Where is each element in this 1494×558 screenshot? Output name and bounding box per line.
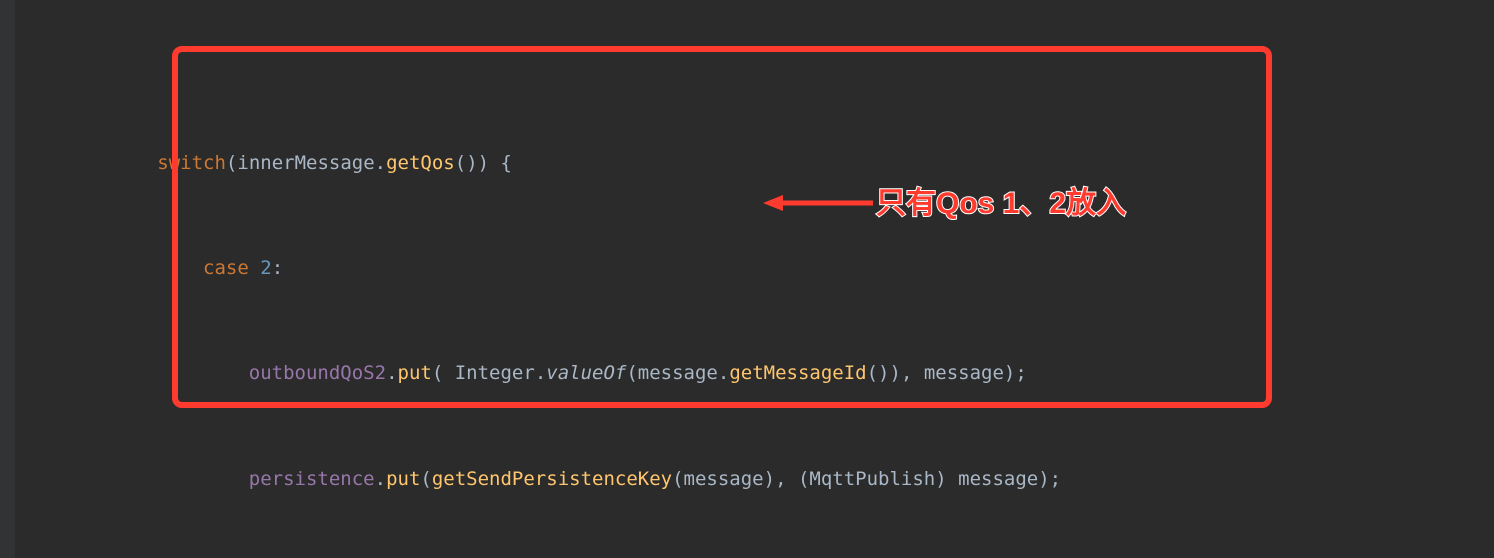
code-line: case 2: (20, 251, 1494, 286)
code-editor[interactable]: switch(innerMessage.getQos()) { case 2: … (0, 0, 1494, 558)
code-line: persistence.put(getSendPersistenceKey(me… (20, 462, 1494, 497)
annotation-text: 只有Qos 1、2放入 (876, 176, 1126, 232)
code-line: outboundQoS2.put( Integer.valueOf(messag… (20, 356, 1494, 391)
annotation-highlight-box (172, 46, 1272, 408)
annotation-arrow-icon (763, 194, 873, 212)
editor-gutter (0, 0, 15, 558)
code-line: switch(innerMessage.getQos()) { (20, 146, 1494, 181)
